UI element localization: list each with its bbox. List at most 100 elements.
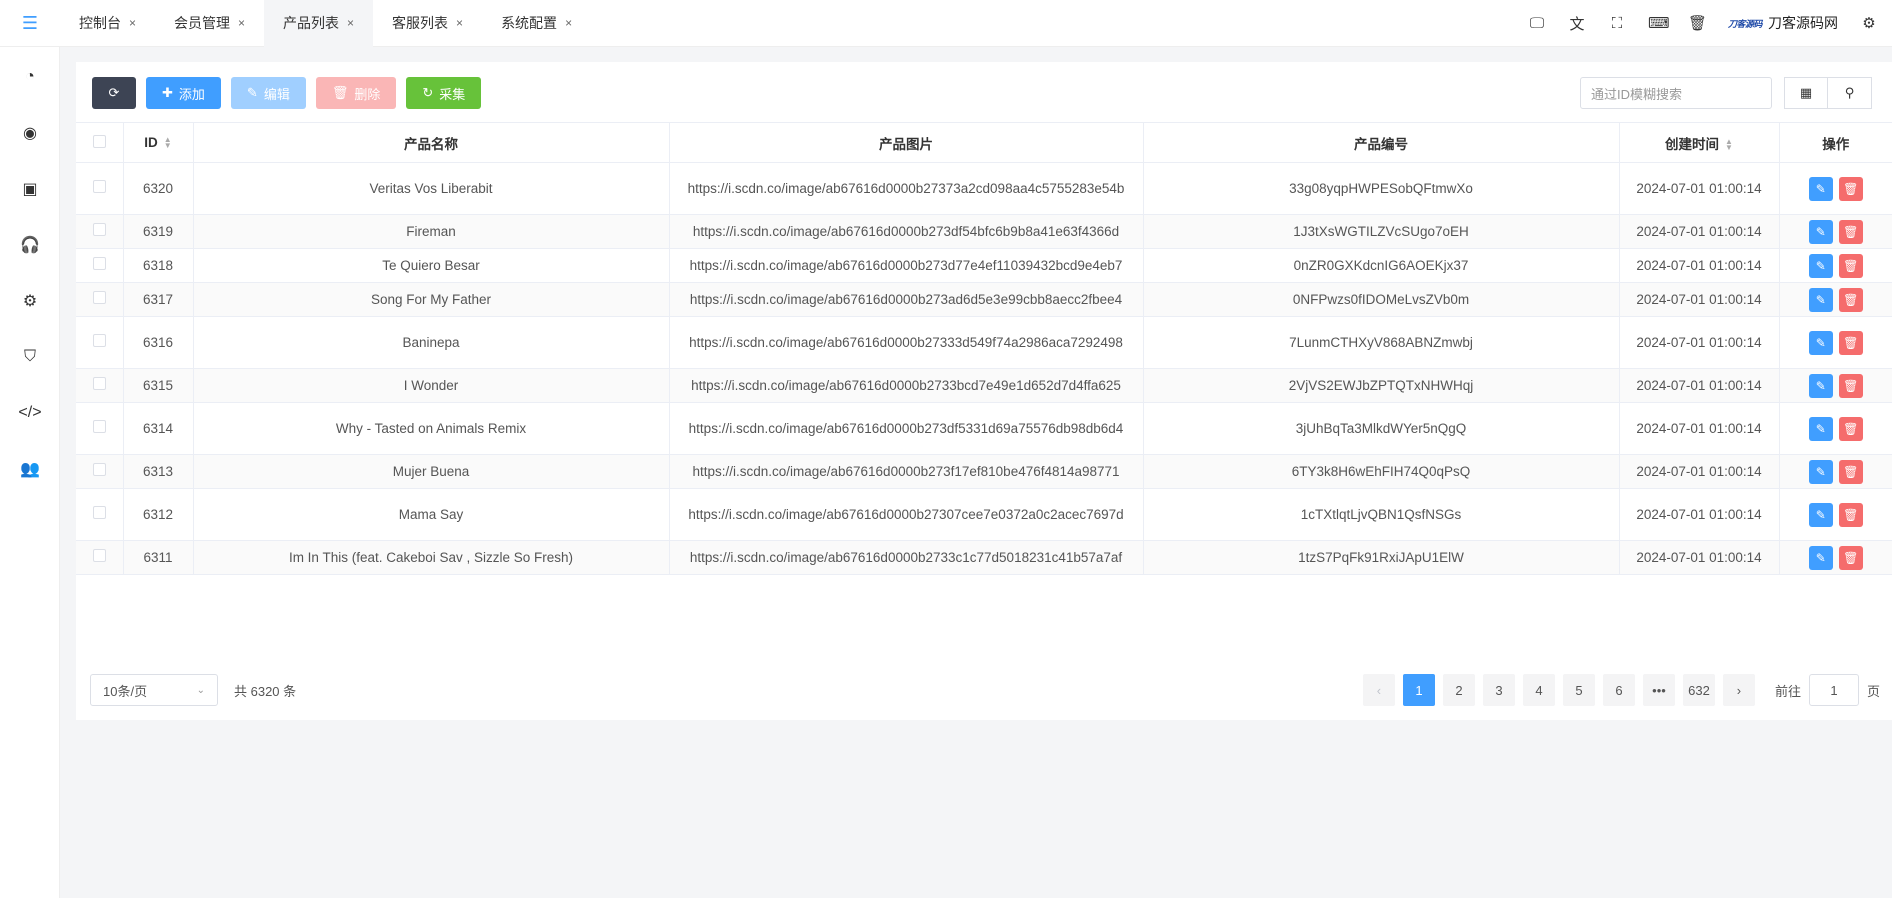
cell-name: Fireman xyxy=(193,214,670,249)
page-size-select[interactable]: 10条/页 ⌄ xyxy=(90,674,218,706)
brand-logo[interactable]: 刀客源码 刀客源码网 xyxy=(1728,13,1838,33)
collect-label: 采集 xyxy=(439,86,466,102)
package-icon[interactable]: ▣ xyxy=(0,161,60,217)
edit-row-button[interactable]: ✎ xyxy=(1808,373,1833,398)
refresh-button[interactable]: ⟳ xyxy=(92,77,136,109)
delete-row-button[interactable]: 🗑 xyxy=(1838,502,1863,527)
cell-code: 1cTXtlqtLjvQBN1QsfNSGs xyxy=(1143,488,1620,541)
column-header-created[interactable]: 创建时间 ▲ ▼ xyxy=(1619,122,1780,163)
cell-created: 2024-07-01 01:00:14 xyxy=(1619,540,1780,575)
code-icon[interactable]: </> xyxy=(0,385,60,441)
grid-icon[interactable]: ▦ xyxy=(1784,77,1828,109)
search-icon[interactable]: ⚲ xyxy=(1828,77,1872,109)
more-pages-button[interactable]: ••• xyxy=(1642,674,1675,706)
row-checkbox[interactable] xyxy=(76,368,124,403)
users-icon[interactable]: 👥 xyxy=(0,441,60,497)
search-input[interactable]: 通过ID模糊搜索 xyxy=(1580,77,1772,109)
page-button[interactable]: 1 xyxy=(1402,674,1435,706)
close-icon[interactable]: × xyxy=(456,16,463,30)
edit-row-button[interactable]: ✎ xyxy=(1808,502,1833,527)
edit-row-button[interactable]: ✎ xyxy=(1808,219,1833,244)
row-checkbox[interactable] xyxy=(76,454,124,489)
sort-icon[interactable]: ▲ ▼ xyxy=(1725,137,1733,151)
row-checkbox[interactable] xyxy=(76,316,124,369)
edit-row-button[interactable]: ✎ xyxy=(1808,459,1833,484)
delete-row-button[interactable]: 🗑 xyxy=(1838,330,1863,355)
headset-icon[interactable]: 🎧 xyxy=(0,217,60,273)
delete-row-button[interactable]: 🗑 xyxy=(1838,176,1863,201)
sort-icon[interactable]: ▲ ▼ xyxy=(164,136,172,150)
edit-label: 编辑 xyxy=(263,86,290,102)
terminal-icon[interactable]: ⌨ xyxy=(1648,14,1670,32)
table-row: 6313 Mujer Buena https://i.scdn.co/image… xyxy=(76,454,1892,489)
cell-id: 6312 xyxy=(123,488,194,541)
page-button[interactable]: 5 xyxy=(1562,674,1595,706)
row-checkbox[interactable] xyxy=(76,162,124,215)
row-checkbox[interactable] xyxy=(76,488,124,541)
delete-row-button[interactable]: 🗑 xyxy=(1838,253,1863,278)
dashboard-icon[interactable]: ◔ xyxy=(0,49,60,105)
tab-members[interactable]: 会员管理 × xyxy=(155,0,264,47)
row-checkbox[interactable] xyxy=(76,214,124,249)
close-icon[interactable]: × xyxy=(238,16,245,30)
page-button[interactable]: 3 xyxy=(1482,674,1515,706)
delete-row-button[interactable]: 🗑 xyxy=(1838,459,1863,484)
tab-support[interactable]: 客服列表 × xyxy=(373,0,482,47)
close-icon[interactable]: × xyxy=(347,16,354,30)
translate-icon[interactable]: 文 xyxy=(1568,13,1586,34)
cell-actions: ✎ 🗑 xyxy=(1779,402,1892,455)
edit-button[interactable]: ✎ 编辑 xyxy=(230,77,306,109)
delete-row-button[interactable]: 🗑 xyxy=(1838,287,1863,312)
close-icon[interactable]: × xyxy=(565,16,572,30)
delete-row-button[interactable]: 🗑 xyxy=(1838,219,1863,244)
cell-created: 2024-07-01 01:00:14 xyxy=(1619,316,1780,369)
cell-code: 7LunmCTHXyV868ABNZmwbj xyxy=(1143,316,1620,369)
edit-row-button[interactable]: ✎ xyxy=(1808,176,1833,201)
goto-suffix: 页 xyxy=(1866,683,1880,699)
user-icon[interactable]: ◉ xyxy=(0,105,60,161)
cell-code: 0NFPwzs0fIDOMeLvsZVb0m xyxy=(1143,282,1620,317)
tab-system-config[interactable]: 系统配置 × xyxy=(482,0,591,47)
page-button[interactable]: 4 xyxy=(1522,674,1555,706)
row-checkbox[interactable] xyxy=(76,282,124,317)
add-button[interactable]: ✚ 添加 xyxy=(146,77,221,109)
cell-id: 6319 xyxy=(123,214,194,249)
monitor-icon[interactable]: 🖵 xyxy=(1528,15,1546,32)
trash-icon[interactable]: 🗑 xyxy=(1688,14,1707,32)
tab-dashboard[interactable]: 控制台 × xyxy=(60,0,155,47)
gears-icon[interactable]: ⚙ xyxy=(0,273,60,329)
edit-row-button[interactable]: ✎ xyxy=(1808,287,1833,312)
delete-button[interactable]: 🗑 删除 xyxy=(315,77,397,109)
edit-row-button[interactable]: ✎ xyxy=(1808,416,1833,441)
edit-row-button[interactable]: ✎ xyxy=(1808,330,1833,355)
menu-toggle-icon[interactable]: ☰ xyxy=(0,0,60,47)
edit-row-button[interactable]: ✎ xyxy=(1808,545,1833,570)
prev-page-button[interactable]: ‹ xyxy=(1362,674,1395,706)
total-count: 共 6320 条 xyxy=(234,683,297,699)
select-all-checkbox[interactable] xyxy=(76,122,124,163)
row-checkbox[interactable] xyxy=(76,248,124,283)
edit-row-button[interactable]: ✎ xyxy=(1808,253,1833,278)
column-header-id[interactable]: ID ▲ ▼ xyxy=(123,122,194,163)
cell-id: 6315 xyxy=(123,368,194,403)
product-list-panel: ⟳ ✚ 添加 ✎ 编辑 🗑 删除 ↻ 采集 通过ID模糊搜索 ▦ ⚲ ID ▲ ▼ 产品名称… xyxy=(76,62,1892,720)
delete-row-button[interactable]: 🗑 xyxy=(1838,373,1863,398)
tab-products[interactable]: 产品列表 × xyxy=(264,0,374,47)
goto-page-input[interactable]: 1 xyxy=(1808,674,1859,706)
cell-image: https://i.scdn.co/image/ab67616d0000b273… xyxy=(669,488,1144,541)
next-page-button[interactable]: › xyxy=(1722,674,1755,706)
page-size-value: 10条/页 xyxy=(103,683,148,699)
page-button[interactable]: 6 xyxy=(1602,674,1635,706)
shield-icon[interactable]: ⛉ xyxy=(0,329,60,385)
delete-row-button[interactable]: 🗑 xyxy=(1838,545,1863,570)
settings-icon[interactable]: ⚙ xyxy=(1860,14,1878,32)
row-checkbox[interactable] xyxy=(76,402,124,455)
collect-button[interactable]: ↻ 采集 xyxy=(406,77,482,109)
last-page-button[interactable]: 632 xyxy=(1682,674,1715,706)
delete-row-button[interactable]: 🗑 xyxy=(1838,416,1863,441)
page-button[interactable]: 2 xyxy=(1442,674,1475,706)
row-checkbox[interactable] xyxy=(76,540,124,575)
cell-created: 2024-07-01 01:00:14 xyxy=(1619,282,1780,317)
close-icon[interactable]: × xyxy=(129,16,136,30)
fullscreen-icon[interactable]: ⛶ xyxy=(1608,15,1626,32)
